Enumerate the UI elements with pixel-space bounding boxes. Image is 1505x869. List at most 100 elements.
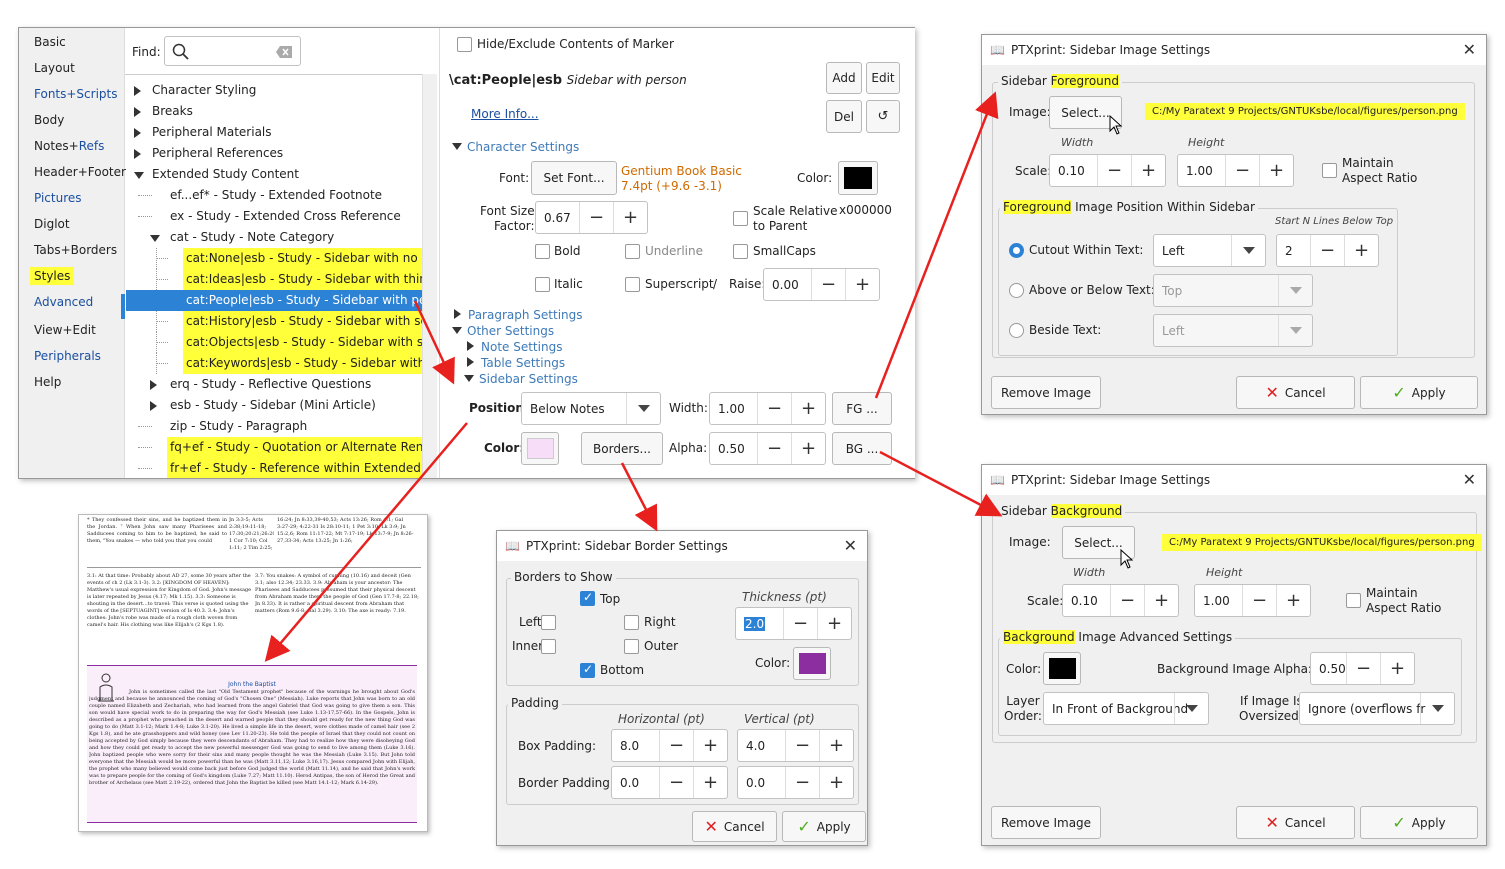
borders-button[interactable]: Borders... (581, 432, 663, 465)
reset-button[interactable]: ↺ (866, 100, 900, 133)
box-padding-v[interactable]: 4.0 − + (737, 729, 854, 762)
box-padding-h[interactable]: 8.0 − + (611, 729, 728, 762)
table-settings-header[interactable]: Table Settings (467, 356, 565, 370)
set-font-button[interactable]: Set Font... (531, 161, 617, 195)
top-checkbox[interactable] (580, 590, 595, 606)
nav-item-pictures[interactable]: Pictures (34, 191, 82, 205)
bg-scale-width[interactable]: 0.10− + (1062, 584, 1179, 617)
tree-row[interactable]: Breaks (126, 101, 422, 122)
tree-row[interactable]: erq - Study - Reflective Questions (126, 374, 422, 395)
bg-cancel-button[interactable]: ✕ Cancel (1236, 806, 1355, 839)
tree-row[interactable]: Peripheral Materials (126, 122, 422, 143)
find-input[interactable] (164, 36, 301, 66)
increment-button[interactable]: + (817, 608, 851, 639)
beside-radio[interactable] (1009, 323, 1024, 338)
dropdown-arrow-icon[interactable] (1231, 235, 1265, 266)
decrement-button[interactable]: − (1242, 585, 1276, 616)
bottom-checkbox[interactable] (580, 662, 595, 678)
tree-row[interactable]: ex - Study - Extended Cross Reference (126, 206, 422, 227)
character-settings-header[interactable]: Character Settings (452, 140, 579, 154)
decrement-button[interactable]: − (757, 393, 791, 424)
position-select[interactable]: Below Notes (521, 392, 661, 425)
fg-scale-width[interactable]: 0.10− + (1049, 154, 1166, 187)
tree-row[interactable]: esb - Study - Sidebar (Mini Article) (126, 395, 422, 416)
underline-checkbox[interactable] (625, 244, 640, 259)
beside-select[interactable]: Left (1153, 314, 1313, 347)
font-color-button[interactable] (838, 161, 878, 195)
decrement-button[interactable]: − (659, 767, 693, 798)
nav-item-layout[interactable]: Layout (34, 61, 75, 75)
alpha-input[interactable]: 0.50− + (709, 432, 826, 465)
smallcaps-checkbox[interactable] (733, 244, 748, 259)
decrement-button[interactable]: − (1225, 155, 1259, 186)
nav-item-fonts-scripts[interactable]: Fonts+Scripts (34, 87, 118, 101)
decrement-button[interactable]: − (785, 730, 819, 761)
increment-button[interactable]: + (1131, 155, 1165, 186)
decrement-button[interactable]: − (1310, 235, 1344, 266)
tree-scrollbar[interactable] (422, 74, 437, 478)
bold-checkbox[interactable] (535, 244, 550, 259)
left-checkbox[interactable] (541, 615, 556, 630)
more-info-link[interactable]: More Info... (471, 107, 539, 121)
raise-input[interactable]: 0.00− + (763, 268, 880, 301)
dropdown-arrow-icon[interactable] (1278, 275, 1312, 306)
nav-item-view-edit[interactable]: View+Edit (34, 323, 96, 337)
fg-apply-button[interactable]: ✓ Apply (1360, 376, 1478, 409)
layer-order-select[interactable]: In Front of Background (1043, 692, 1209, 725)
hide-marker-checkbox[interactable] (457, 37, 472, 52)
decrement-button[interactable]: − (1346, 653, 1380, 684)
increment-button[interactable]: + (693, 730, 727, 761)
dropdown-arrow-icon[interactable] (1174, 693, 1208, 724)
superscript-checkbox[interactable] (625, 277, 640, 292)
expander-closed-icon[interactable] (150, 401, 157, 411)
bg-apply-button[interactable]: ✓ Apply (1360, 806, 1478, 839)
tree-row[interactable]: cat:None|esb - Study - Sidebar with no i… (126, 248, 422, 269)
decrement-button[interactable]: − (659, 730, 693, 761)
increment-button[interactable]: + (693, 767, 727, 798)
decrement-button[interactable]: − (1110, 585, 1144, 616)
expander-closed-icon[interactable] (134, 107, 141, 117)
border-padding-h[interactable]: 0.0 − + (611, 766, 728, 799)
border-padding-v[interactable]: 0.0 − + (737, 766, 854, 799)
oversize-select[interactable]: Ignore (overflows fr (1299, 692, 1455, 725)
other-settings-header[interactable]: Other Settings (452, 324, 554, 338)
tree-row[interactable]: zip - Study - Paragraph (126, 416, 422, 437)
border-color-button[interactable] (793, 647, 831, 680)
dropdown-arrow-icon[interactable] (1278, 315, 1312, 346)
bg-color-button[interactable] (1043, 652, 1081, 685)
outer-checkbox[interactable] (624, 639, 639, 654)
increment-button[interactable]: + (791, 433, 825, 464)
decrement-button[interactable]: − (579, 202, 613, 233)
nav-item-help[interactable]: Help (34, 375, 61, 389)
cutout-select[interactable]: Left (1153, 234, 1266, 267)
increment-button[interactable]: + (819, 730, 853, 761)
clear-icon[interactable] (276, 46, 292, 58)
increment-button[interactable]: + (1144, 585, 1178, 616)
fg-cancel-button[interactable]: ✕ Cancel (1236, 376, 1355, 409)
bg-button[interactable]: BG ... (832, 432, 892, 465)
tree-row[interactable]: cat:People|esb - Study - Sidebar with pe… (126, 290, 422, 311)
nav-item-advanced[interactable]: Advanced (34, 295, 93, 309)
width-input[interactable]: 1.00− + (709, 392, 826, 425)
border-cancel-button[interactable]: ✕ Cancel (692, 811, 777, 842)
increment-button[interactable]: + (819, 767, 853, 798)
right-checkbox[interactable] (624, 615, 639, 630)
nav-item-basic[interactable]: Basic (34, 35, 66, 49)
italic-checkbox[interactable] (535, 277, 550, 292)
increment-button[interactable]: + (845, 269, 879, 300)
expander-closed-icon[interactable] (134, 128, 141, 138)
delete-button[interactable]: Del (826, 100, 862, 133)
expander-closed-icon[interactable] (134, 149, 141, 159)
sidebar-color-button[interactable] (521, 432, 559, 465)
cutout-radio[interactable] (1009, 243, 1024, 258)
close-icon[interactable]: ✕ (1463, 470, 1476, 489)
dropdown-arrow-icon[interactable] (1420, 693, 1454, 724)
inner-checkbox[interactable] (541, 639, 556, 654)
increment-button[interactable]: + (1380, 653, 1414, 684)
fg-scale-height[interactable]: 1.00− + (1177, 154, 1294, 187)
tree-row[interactable]: fr+ef - Study - Reference within Extende… (126, 458, 422, 478)
expander-open-icon[interactable] (134, 172, 144, 179)
close-icon[interactable]: ✕ (844, 536, 857, 555)
cutout-lines-input[interactable]: 2 − + (1276, 234, 1379, 267)
expander-closed-icon[interactable] (150, 380, 157, 390)
